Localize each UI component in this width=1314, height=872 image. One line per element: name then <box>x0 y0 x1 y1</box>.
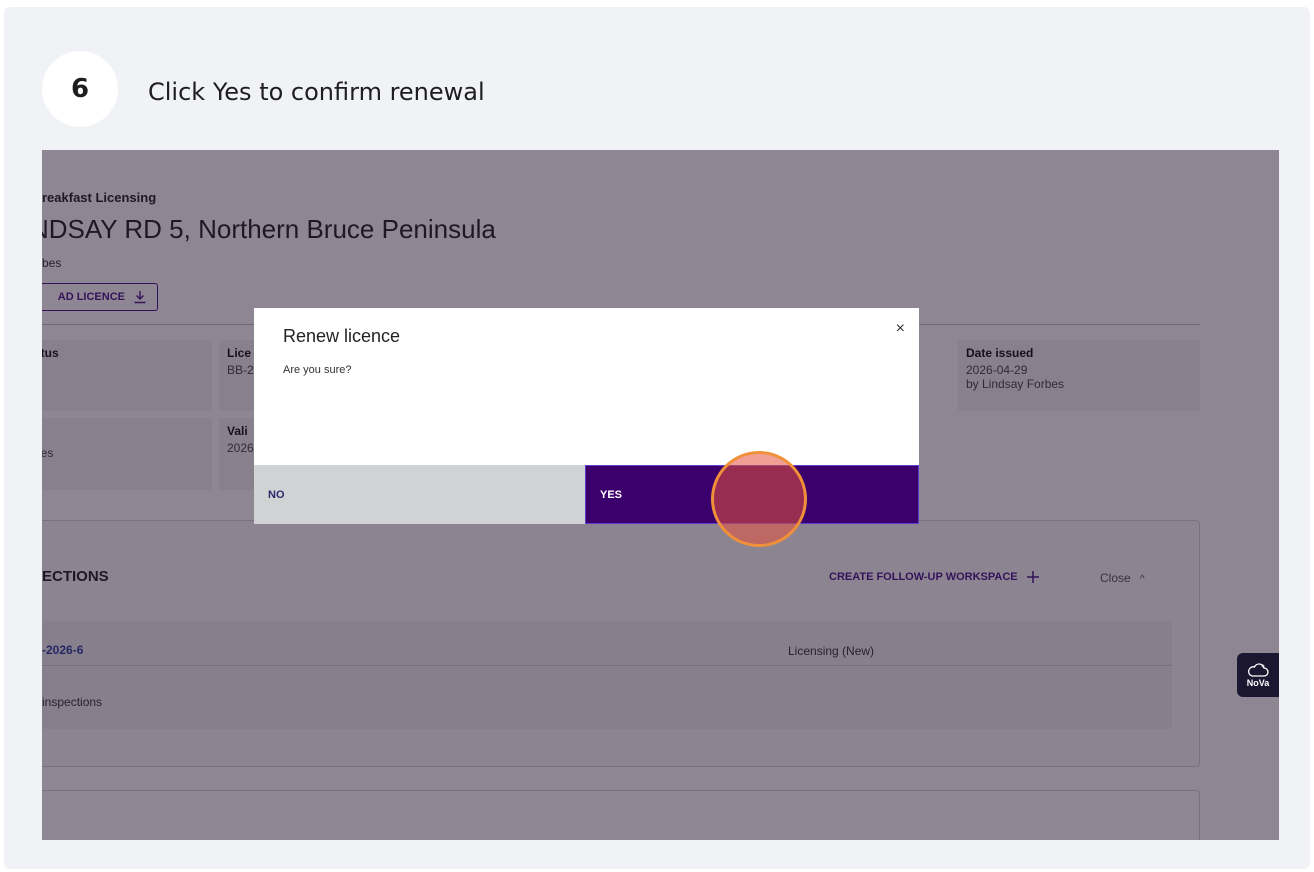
dialog-message: Are you sure? <box>283 364 352 376</box>
close-icon[interactable]: × <box>896 320 905 338</box>
step-number-badge: 6 <box>42 51 118 127</box>
step-instruction: Click Yes to confirm renewal <box>148 78 485 106</box>
app-screenshot: reakfast Licensing NDSAY RD 5, Northern … <box>42 150 1279 840</box>
cloud-sparkle-icon <box>1247 663 1269 677</box>
nova-assistant-button[interactable]: NoVa <box>1237 653 1279 697</box>
click-indicator <box>711 451 807 547</box>
no-button-label: NO <box>268 488 285 501</box>
renew-licence-dialog: Renew licence × Are you sure? NO YES <box>254 308 919 524</box>
yes-button-label: YES <box>600 488 623 501</box>
nova-label: NoVa <box>1246 678 1270 688</box>
no-button[interactable]: NO <box>254 465 585 524</box>
dialog-title: Renew licence <box>283 326 401 346</box>
